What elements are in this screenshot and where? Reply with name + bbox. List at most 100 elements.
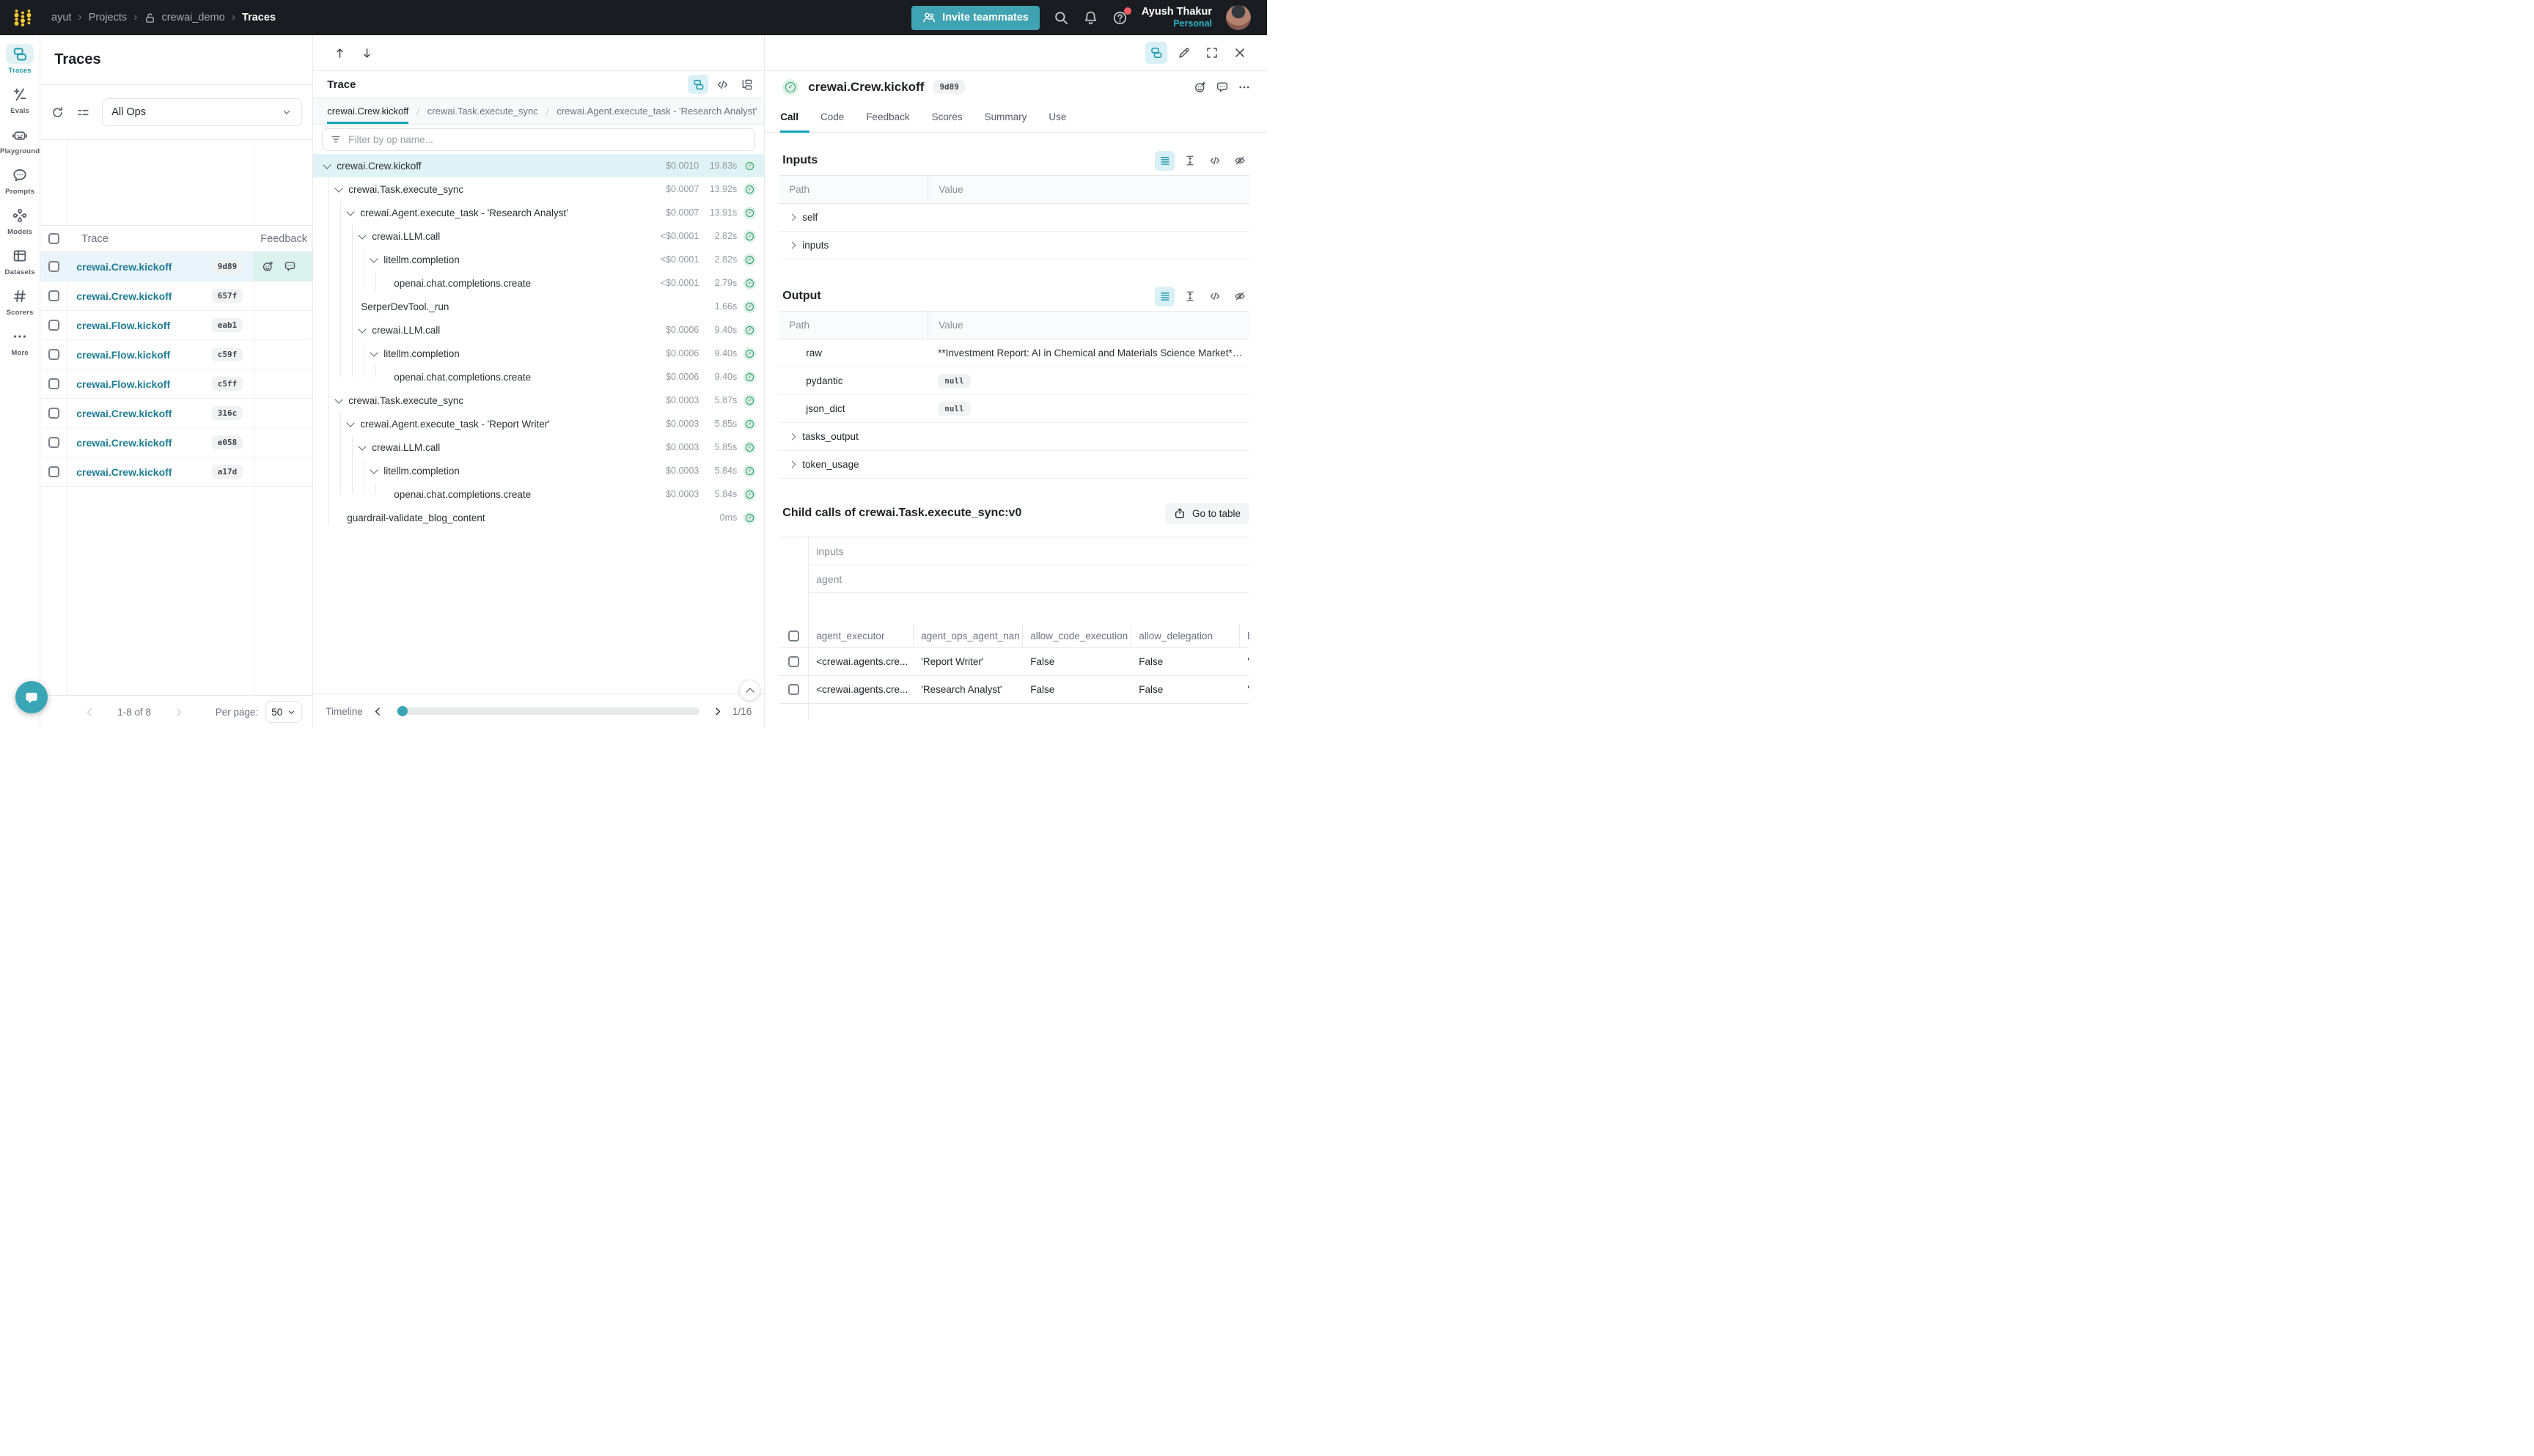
code-view-button[interactable] [1205,151,1224,171]
list-view-toggle[interactable] [1155,151,1175,171]
help-icon[interactable] [1112,10,1128,26]
row-checkbox[interactable] [48,290,59,301]
trace-link[interactable]: crewai.Flow.kickoff [76,320,170,331]
tree-view-toggle[interactable] [688,75,708,94]
expand-chevron[interactable] [359,325,367,333]
chevron-right-icon[interactable] [789,433,796,441]
expand-chevron[interactable] [323,161,331,169]
prev-page-button[interactable] [84,707,95,718]
select-all-checkbox[interactable] [48,233,59,244]
table-row[interactable]: crewai.Crew.kickoffa17d [40,457,312,487]
refresh-button[interactable] [51,106,65,120]
input-row-self[interactable]: self [779,204,1249,232]
table-row[interactable]: crewai.Flow.kickoffeab1 [40,311,312,340]
go-to-table-button[interactable]: Go to table [1165,503,1249,524]
table-row[interactable]: crewai.Crew.kickoff657f [40,282,312,311]
search-icon[interactable] [1054,10,1069,26]
expand-all-button[interactable] [1180,287,1200,306]
tree-row[interactable]: litellm.completion<$0.00012.82s✓ [313,248,764,271]
expand-chevron[interactable] [359,231,367,239]
tree-row[interactable]: crewai.Task.execute_sync$0.000713.92s✓ [313,177,764,201]
trace-link[interactable]: crewai.Crew.kickoff [76,290,172,302]
expand-chevron[interactable] [335,184,343,192]
table-row[interactable]: crewai.Flow.kickoffc59f [40,340,312,369]
expand-all-button[interactable] [1180,151,1200,171]
sidebar-item-prompts[interactable]: Prompts [5,165,34,196]
tree-row[interactable]: openai.chat.completions.create$0.00035.8… [313,482,764,506]
comment-icon[interactable] [1216,81,1229,94]
chevron-right-icon[interactable] [789,242,796,249]
row-checkbox[interactable] [48,261,59,272]
path-tab[interactable]: crewai.Task.execute_sync [427,98,538,124]
trace-link[interactable]: crewai.Crew.kickoff [76,437,172,449]
tree-row[interactable]: crewai.Agent.execute_task - 'Report Writ… [313,412,764,435]
tree-row[interactable]: crewai.Agent.execute_task - 'Research An… [313,201,764,224]
support-chat-button[interactable] [15,681,48,713]
path-tab[interactable]: crewai.Crew.kickoff [327,98,408,124]
list-view-toggle[interactable] [1155,287,1175,306]
tree-row[interactable]: openai.chat.completions.create<$0.00012.… [313,271,764,295]
row-checkbox[interactable] [48,466,59,477]
expand-chevron[interactable] [347,419,355,427]
row-checkbox[interactable] [788,684,799,695]
chevron-right-icon[interactable] [789,461,796,468]
tab-summary[interactable]: Summary [974,103,1038,133]
sidebar-item-scorers[interactable]: Scorers [6,286,34,317]
tree-row[interactable]: SerperDevTool._run1.66s✓ [313,295,764,318]
code-view-button[interactable] [1205,287,1224,306]
chevron-right-icon[interactable] [789,214,796,221]
fullscreen-button[interactable] [1201,42,1223,64]
comment-icon[interactable] [284,260,296,273]
breadcrumb-project[interactable]: crewai_demo [144,12,224,24]
breadcrumb-projects[interactable]: Projects [89,12,127,23]
trace-link[interactable]: crewai.Crew.kickoff [76,408,172,419]
tree-row[interactable]: crewai.LLM.call$0.00035.85s✓ [313,435,764,459]
row-checkbox[interactable] [48,437,59,448]
sidebar-item-playground[interactable]: Playground [0,125,40,155]
select-all-checkbox[interactable] [788,630,799,641]
sidebar-item-datasets[interactable]: Datasets [5,246,35,276]
tab-use[interactable]: Use [1038,103,1077,133]
add-reaction-icon[interactable] [262,260,274,273]
tree-row[interactable]: litellm.completion$0.00069.40s✓ [313,342,764,365]
expand-chevron[interactable] [335,395,343,403]
table-row[interactable]: <crewai.agents.cre... 'Report Writer' Fa… [779,648,1249,676]
op-name-filter-input[interactable] [348,134,747,145]
tab-feedback[interactable]: Feedback [855,103,920,133]
tab-call[interactable]: Call [780,103,809,133]
sidebar-item-more[interactable]: More [6,326,34,357]
ops-filter-select[interactable]: All Ops [102,98,302,126]
row-checkbox[interactable] [788,656,799,667]
raw-value[interactable]: **Investment Report: AI in Chemical and … [928,348,1249,359]
tab-scores[interactable]: Scores [921,103,974,133]
output-row-token-usage[interactable]: token_usage [779,451,1249,479]
trace-link[interactable]: crewai.Flow.kickoff [76,349,170,361]
table-row[interactable]: crewai.Flow.kickoffc5ff [40,369,312,399]
input-row-inputs[interactable]: inputs [779,232,1249,260]
add-reaction-icon[interactable] [1194,81,1207,94]
expand-chevron[interactable] [347,207,355,216]
row-checkbox[interactable] [48,408,59,419]
table-row[interactable]: crewai.Crew.kickoff316c [40,399,312,428]
trace-link[interactable]: crewai.Crew.kickoff [76,261,172,273]
tree-row[interactable]: crewai.Crew.kickoff$0.001019.83s✓ [313,154,764,177]
tree-row[interactable]: crewai.LLM.call<$0.00012.82s✓ [313,224,764,248]
column-settings-button[interactable] [76,106,90,120]
prev-call-button[interactable] [334,47,346,59]
hide-values-button[interactable] [1230,287,1249,306]
row-checkbox[interactable] [48,378,59,389]
sidebar-item-evals[interactable]: Evals [6,84,34,115]
expand-chevron[interactable] [359,442,367,450]
timeline-slider-handle[interactable] [397,706,408,716]
per-page-select[interactable]: 50 [265,701,302,723]
more-options-icon[interactable] [1238,81,1251,94]
table-row[interactable]: crewai.Crew.kickoff9d89 [40,252,312,282]
avatar[interactable] [1226,5,1251,30]
user-menu[interactable]: Ayush Thakur Personal [1142,6,1212,29]
edit-button[interactable] [1173,42,1195,64]
row-checkbox[interactable] [48,320,59,331]
expand-chevron[interactable] [370,466,378,474]
timeline-next-button[interactable] [712,706,723,717]
next-page-button[interactable] [173,707,184,718]
row-checkbox[interactable] [48,349,59,360]
